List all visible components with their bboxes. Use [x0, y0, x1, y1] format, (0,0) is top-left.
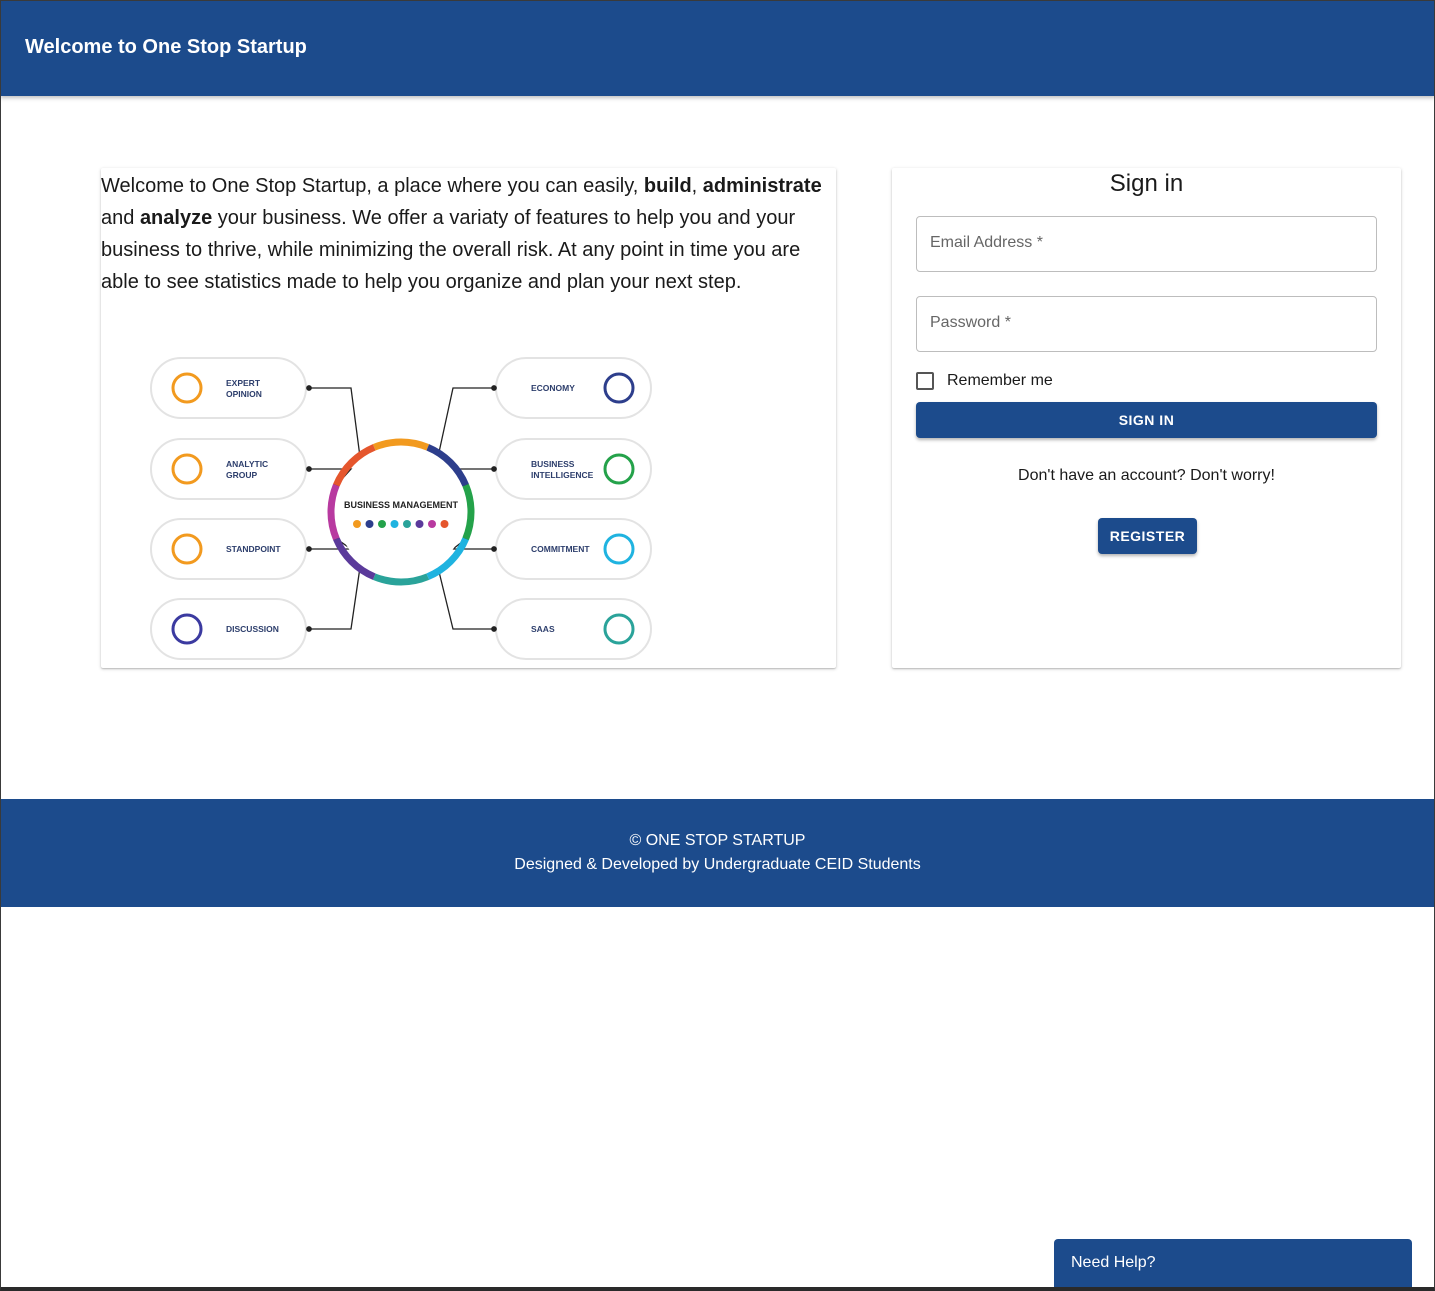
- center-dot: [403, 520, 411, 528]
- diagram-item-left: STANDPOINT: [150, 518, 307, 580]
- center-dot: [390, 520, 399, 528]
- about-bold-build: build: [643, 175, 692, 197]
- diagram-item-label: COMMITMENT: [531, 544, 590, 554]
- diagram-item-label: DISCUSSION: [226, 624, 279, 634]
- footer-copyright: © ONE STOP STARTUP: [629, 832, 806, 849]
- remember-me-label[interactable]: Remember me: [947, 372, 1053, 390]
- center-dot: [440, 520, 449, 528]
- diagram-svg: EXPERTOPINION ANALYTICGROUP STANDPOINT DISC…: [150, 357, 652, 660]
- no-account-text: Don't have an account? Don't worry!: [1018, 467, 1275, 484]
- app-bar: Welcome to One Stop Startup: [0, 0, 1435, 96]
- ring-segment: [327, 483, 340, 541]
- center-dot: [353, 520, 361, 528]
- about-bold-administrate: administrate: [702, 175, 822, 197]
- center-label: BUSINESS MANAGEMENT: [344, 500, 459, 510]
- about-bold-analyze: analyze: [139, 207, 213, 229]
- business-management-diagram: EXPERT OPINION ANALYTIC GROUP STANDPOINT DISC…: [111, 336, 701, 666]
- diagram-item-label: STANDPOINT: [226, 544, 281, 554]
- about-description: Welcome to One Stop Startup, a place whe…: [101, 170, 829, 298]
- about-text-part: ,: [691, 175, 703, 197]
- diagram-item-left: ANALYTICGROUP: [150, 438, 307, 500]
- need-help-label: Need Help?: [1071, 1254, 1156, 1271]
- remember-me-row[interactable]: Remember me: [916, 371, 1053, 391]
- signin-card: Sign in Email Address * Password * Remem…: [892, 168, 1401, 668]
- diagram-item-label: ANALYTIC: [226, 459, 268, 469]
- remember-me-checkbox[interactable]: [916, 372, 934, 390]
- diagram-item-right: COMMITMENT: [495, 518, 652, 580]
- email-field-label: Email Address *: [930, 234, 1043, 251]
- about-text-part: Welcome to One Stop Startup, a place whe…: [101, 175, 644, 197]
- password-field-label: Password *: [930, 314, 1011, 331]
- register-button[interactable]: REGISTER: [1098, 518, 1197, 554]
- diagram-item-right: ECONOMY: [495, 357, 652, 419]
- email-field[interactable]: Email Address *: [916, 216, 1377, 272]
- about-card: Welcome to One Stop Startup, a place whe…: [101, 168, 836, 668]
- diagram-item-label: GROUP: [226, 470, 258, 480]
- need-help-button[interactable]: Need Help?: [1054, 1239, 1412, 1287]
- diagram-item-label: ECONOMY: [531, 383, 575, 393]
- password-field[interactable]: Password *: [916, 296, 1377, 352]
- footer: © ONE STOP STARTUP Designed & Developed …: [0, 799, 1435, 907]
- ring-segment: [462, 483, 475, 541]
- about-text-part: and: [101, 207, 140, 229]
- center-dot: [365, 520, 374, 528]
- diagram-item-label: SAAS: [531, 624, 555, 634]
- footer-credits: Designed & Developed by Undergraduate CE…: [514, 856, 921, 873]
- center-dot: [378, 520, 386, 528]
- app-title: Welcome to One Stop Startup: [25, 36, 307, 58]
- diagram-item-label: EXPERT: [226, 378, 261, 388]
- center-dot: [415, 520, 424, 528]
- ring-segment: [372, 573, 430, 586]
- sign-in-button[interactable]: SIGN IN: [916, 402, 1377, 438]
- diagram-item-right: SAAS: [495, 598, 652, 660]
- diagram-item-left: DISCUSSION: [150, 598, 307, 660]
- center-dot: [428, 520, 436, 528]
- center-disc: [337, 448, 465, 576]
- diagram-item-label: BUSINESS: [531, 459, 575, 469]
- diagram-item-left: EXPERTOPINION: [150, 357, 307, 419]
- signin-title: Sign in: [1109, 170, 1184, 197]
- ring-segment: [372, 438, 430, 451]
- diagram-item-label: OPINION: [226, 389, 262, 399]
- diagram-item-right: BUSINESSINTELLIGENCE: [495, 438, 652, 500]
- diagram-item-label: INTELLIGENCE: [531, 470, 594, 480]
